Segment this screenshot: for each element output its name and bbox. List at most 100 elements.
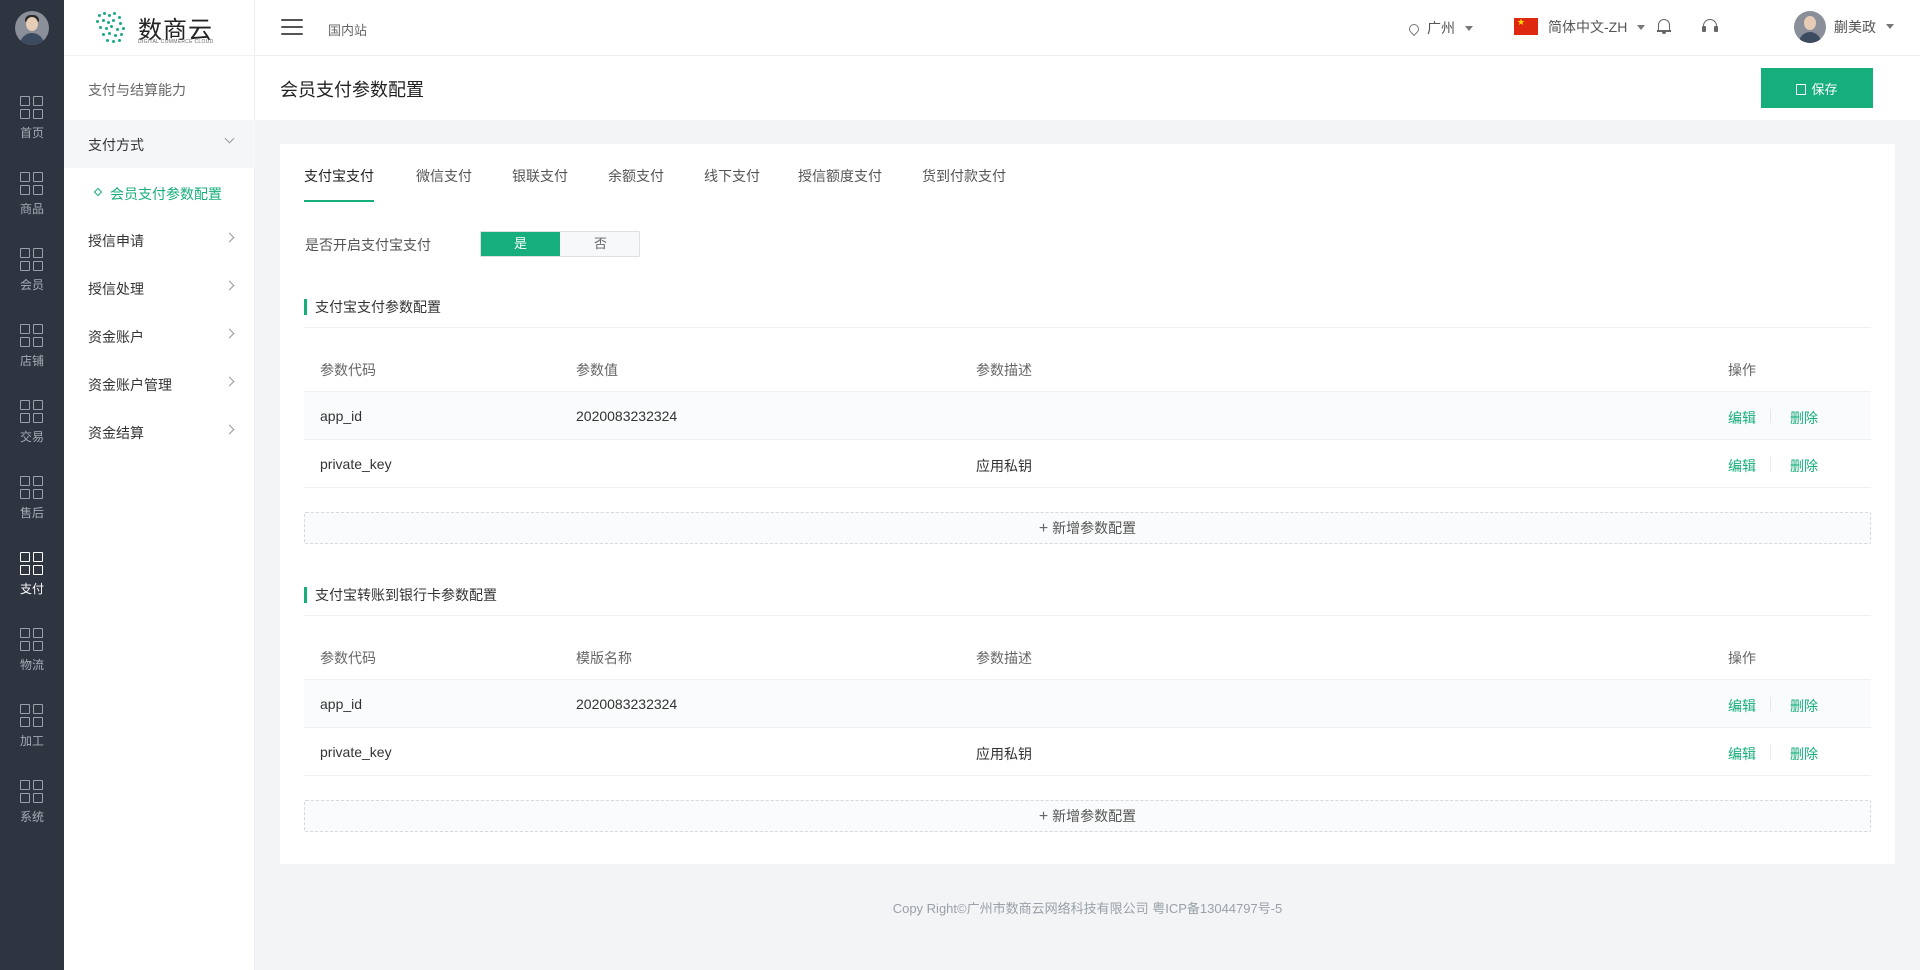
rail-avatar[interactable] bbox=[15, 11, 49, 45]
payment-tabs: 支付宝支付 微信支付 银联支付 余额支付 线下支付 授信额度支付 货到付款支付 bbox=[304, 144, 1871, 202]
grid-icon bbox=[20, 400, 44, 424]
edit-button[interactable]: 编辑 bbox=[1728, 408, 1756, 428]
language-selector[interactable]: 简体中文-ZH bbox=[1514, 17, 1646, 37]
location-selector[interactable]: 广州 bbox=[1406, 18, 1473, 38]
table-header: 参数代码 参数值 参数描述 操作 bbox=[304, 344, 1871, 392]
alipay-enable-label: 是否开启支付宝支付 bbox=[305, 237, 431, 253]
grid-icon bbox=[20, 704, 44, 728]
tab-credit[interactable]: 授信额度支付 bbox=[798, 166, 882, 200]
rail-item-payment[interactable]: 支付 bbox=[0, 538, 64, 602]
section-title: 支付宝转账到银行卡参数配置 bbox=[304, 587, 497, 603]
headset-icon[interactable] bbox=[1701, 17, 1719, 35]
logo[interactable]: 数商云 DIGITAL COMMERCE CLOUD bbox=[94, 8, 244, 48]
divider bbox=[304, 327, 1871, 328]
section-title: 支付宝支付参数配置 bbox=[304, 299, 441, 315]
grid-icon bbox=[20, 780, 44, 804]
save-icon bbox=[1796, 83, 1807, 95]
grid-icon bbox=[20, 476, 44, 500]
tab-offline[interactable]: 线下支付 bbox=[704, 166, 760, 200]
grid-icon bbox=[20, 172, 44, 196]
plus-icon: + bbox=[1038, 808, 1049, 825]
sidebar-item-credit-apply[interactable]: 授信申请 bbox=[64, 216, 255, 264]
delete-button[interactable]: 删除 bbox=[1790, 408, 1818, 428]
rail-item-member[interactable]: 会员 bbox=[0, 234, 64, 298]
icon-rail: 首页 商品 会员 店铺 交易 售后 支付 物流 加工 系统 bbox=[0, 0, 64, 970]
table-row: app_id 2020083232324 编辑 删除 bbox=[304, 680, 1871, 728]
grid-icon bbox=[20, 248, 44, 272]
divider bbox=[64, 55, 255, 56]
divider bbox=[304, 615, 1871, 616]
table-header: 参数代码 模版名称 参数描述 操作 bbox=[304, 632, 1871, 680]
delete-button[interactable]: 删除 bbox=[1790, 744, 1818, 764]
chevron-right-icon bbox=[224, 328, 235, 339]
divider bbox=[1770, 697, 1771, 711]
grid-icon bbox=[20, 552, 44, 576]
diamond-icon bbox=[93, 187, 103, 197]
sidebar-item-credit-process[interactable]: 授信处理 bbox=[64, 264, 255, 312]
rail-item-shop[interactable]: 店铺 bbox=[0, 310, 64, 374]
tab-cod[interactable]: 货到付款支付 bbox=[922, 166, 1006, 200]
tab-wechat[interactable]: 微信支付 bbox=[416, 166, 472, 200]
secondary-sidebar: 数商云 DIGITAL COMMERCE CLOUD 支付与结算能力 支付方式 … bbox=[64, 0, 255, 970]
rail-item-trade[interactable]: 交易 bbox=[0, 386, 64, 450]
footer-copyright: Copy Right©广州市数商云网络科技有限公司 粤ICP备13044797号… bbox=[892, 901, 1283, 916]
sidebar-item-fund-account-manage[interactable]: 资金账户管理 bbox=[64, 360, 255, 408]
delete-button[interactable]: 删除 bbox=[1790, 696, 1818, 716]
bell-icon[interactable] bbox=[1657, 18, 1671, 34]
site-label[interactable]: 国内站 bbox=[328, 20, 367, 39]
edit-button[interactable]: 编辑 bbox=[1728, 696, 1756, 716]
grid-icon bbox=[20, 628, 44, 652]
top-header: 国内站 广州 简体中文-ZH 蒯美政 bbox=[255, 0, 1920, 56]
page-title: 会员支付参数配置 bbox=[280, 80, 424, 100]
add-param-button[interactable]: + 新增参数配置 bbox=[304, 800, 1871, 832]
tab-alipay[interactable]: 支付宝支付 bbox=[304, 166, 374, 202]
toggle-yes[interactable]: 是 bbox=[481, 232, 560, 256]
logo-subtitle: DIGITAL COMMERCE CLOUD bbox=[138, 39, 214, 45]
china-flag-icon bbox=[1514, 17, 1538, 35]
caret-down-icon bbox=[1465, 26, 1473, 31]
config-card: 支付宝支付 微信支付 银联支付 余额支付 线下支付 授信额度支付 货到付款支付 … bbox=[280, 144, 1895, 864]
sidebar-item-fund-account[interactable]: 资金账户 bbox=[64, 312, 255, 360]
sidebar-item-payment-methods[interactable]: 支付方式 bbox=[64, 120, 255, 168]
alipay-enable-toggle: 是 否 bbox=[480, 231, 640, 257]
divider bbox=[1770, 457, 1771, 471]
table-row: app_id 2020083232324 编辑 删除 bbox=[304, 392, 1871, 440]
edit-button[interactable]: 编辑 bbox=[1728, 456, 1756, 476]
rail-item-home[interactable]: 首页 bbox=[0, 82, 64, 146]
chevron-right-icon bbox=[224, 424, 235, 435]
chevron-right-icon bbox=[224, 232, 235, 243]
table-row: private_key 应用私钥 编辑 删除 bbox=[304, 728, 1871, 776]
page-title-bar: 会员支付参数配置 保存 bbox=[255, 56, 1920, 120]
plus-icon: + bbox=[1038, 520, 1049, 537]
sidebar-subitem-member-payment-config[interactable]: 会员支付参数配置 bbox=[64, 168, 255, 216]
chevron-right-icon bbox=[224, 280, 235, 291]
menu-toggle-icon[interactable] bbox=[281, 18, 303, 36]
tab-unionpay[interactable]: 银联支付 bbox=[512, 166, 568, 200]
rail-item-processing[interactable]: 加工 bbox=[0, 690, 64, 754]
grid-icon bbox=[20, 324, 44, 348]
tab-balance[interactable]: 余额支付 bbox=[608, 166, 664, 200]
edit-button[interactable]: 编辑 bbox=[1728, 744, 1756, 764]
add-param-button[interactable]: + 新增参数配置 bbox=[304, 512, 1871, 544]
chevron-right-icon bbox=[224, 376, 235, 387]
table-row: private_key 应用私钥 编辑 删除 bbox=[304, 440, 1871, 488]
save-button[interactable]: 保存 bbox=[1761, 68, 1873, 108]
location-pin-icon bbox=[1406, 21, 1422, 37]
caret-down-icon bbox=[1637, 25, 1646, 30]
delete-button[interactable]: 删除 bbox=[1790, 456, 1818, 476]
divider bbox=[1770, 745, 1771, 759]
chevron-down-icon bbox=[224, 133, 235, 144]
rail-item-goods[interactable]: 商品 bbox=[0, 158, 64, 222]
avatar bbox=[1794, 11, 1826, 43]
logo-mark-icon bbox=[94, 10, 128, 46]
sidebar-item-fund-settlement[interactable]: 资金结算 bbox=[64, 408, 255, 456]
rail-item-system[interactable]: 系统 bbox=[0, 766, 64, 830]
divider bbox=[1770, 409, 1771, 423]
user-menu[interactable]: 蒯美政 bbox=[1794, 11, 1894, 43]
grid-icon bbox=[20, 96, 44, 120]
sidebar-group-title: 支付与结算能力 bbox=[88, 82, 186, 98]
toggle-no[interactable]: 否 bbox=[561, 232, 640, 256]
rail-item-aftersale[interactable]: 售后 bbox=[0, 462, 64, 526]
rail-item-logistics[interactable]: 物流 bbox=[0, 614, 64, 678]
caret-down-icon bbox=[1886, 23, 1894, 29]
